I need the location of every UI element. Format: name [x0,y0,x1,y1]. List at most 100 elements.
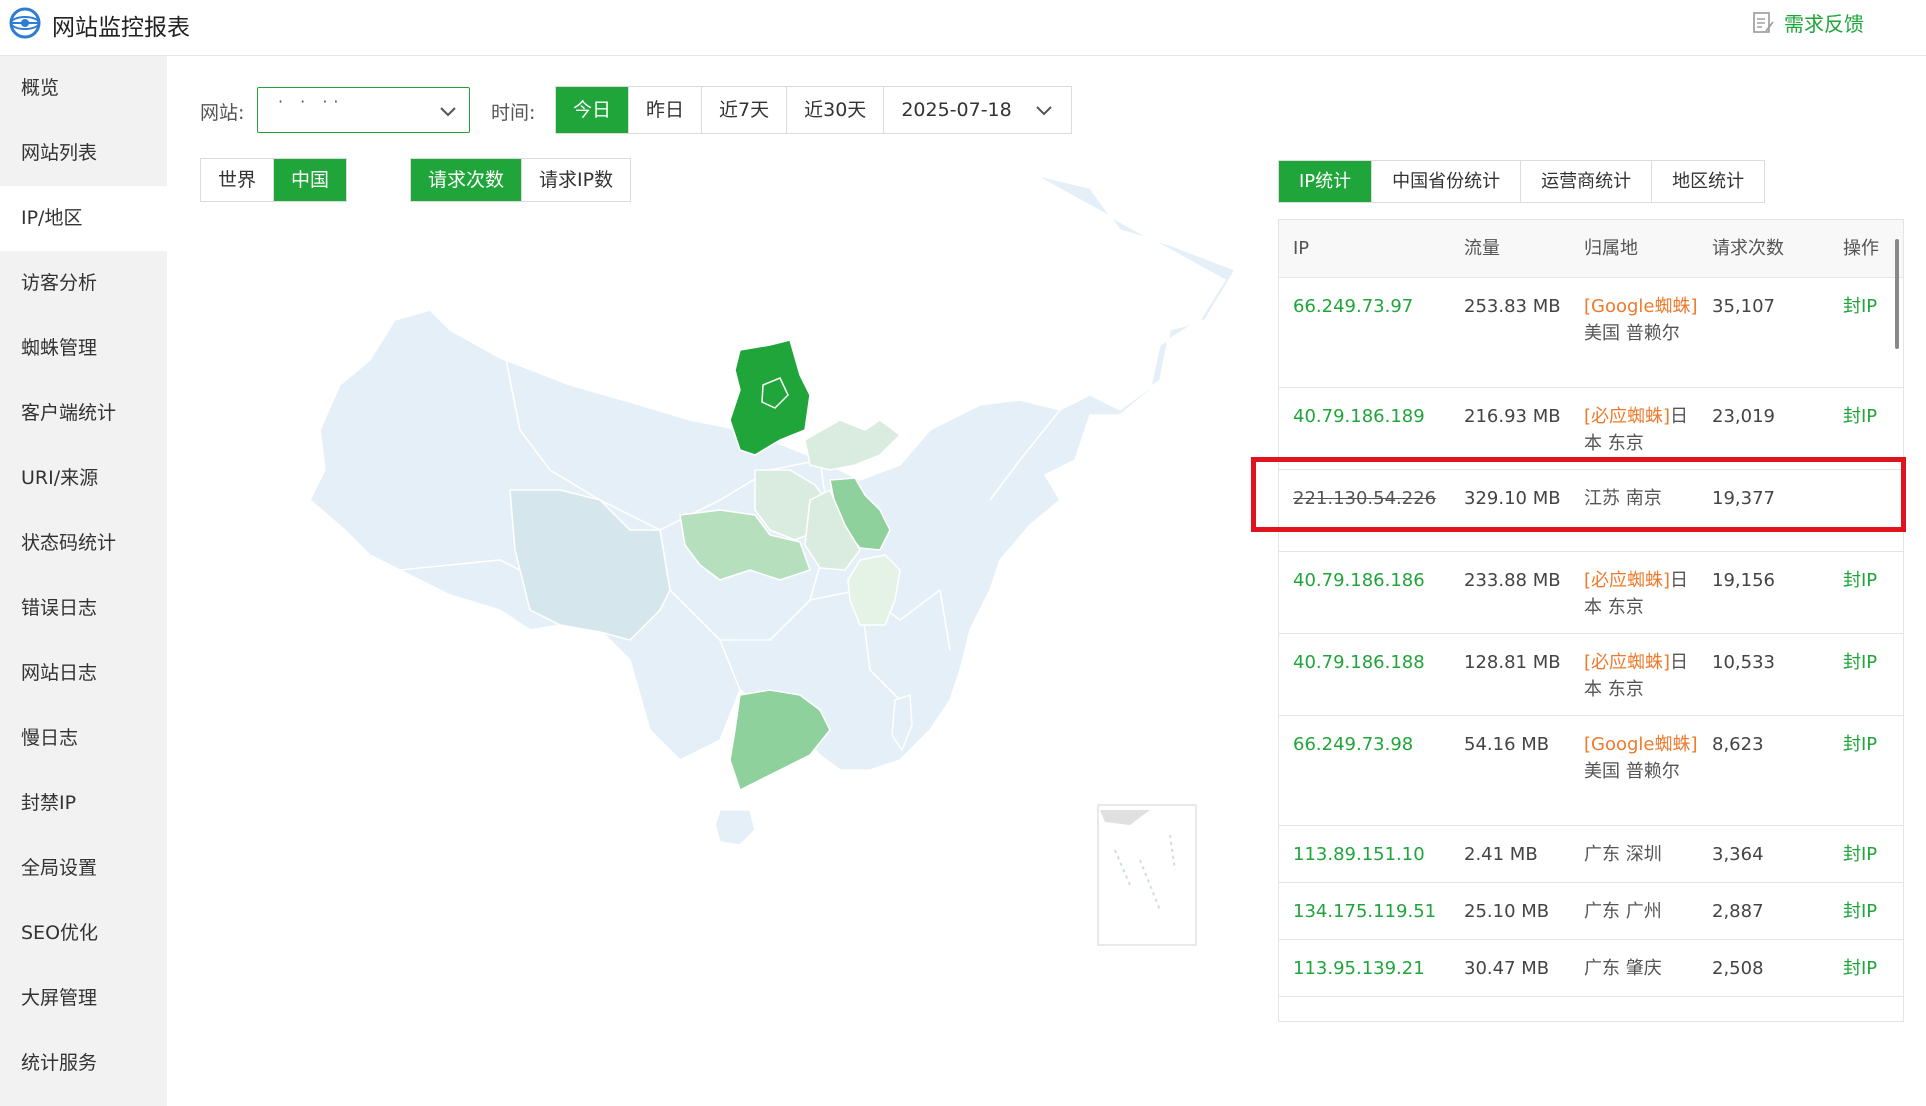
sidebar-item[interactable]: 大屏管理 [0,966,167,1031]
traffic-value: 233.88 MB [1464,570,1561,591]
site-select-value: · · ·· [278,92,345,111]
location-cell: 江苏 南京 [1578,470,1706,551]
spider-tag: [必应蜘蛛] [1584,652,1671,673]
block-ip-link[interactable]: 封IP [1837,883,1897,939]
traffic-value: 25.10 MB [1464,901,1550,922]
ip-address[interactable]: 221.130.54.226 [1279,470,1458,551]
map-south-sea-inset [1097,804,1197,946]
location-cell: 广东 肇庆 [1578,940,1706,996]
sidebar-item[interactable]: 客户端统计 [0,381,167,446]
feedback-label: 需求反馈 [1784,12,1864,36]
time-option-button[interactable]: 近30天 [787,87,885,133]
block-ip-link[interactable]: 封IP [1837,826,1897,882]
site-select[interactable]: · · ·· [257,87,470,133]
table-header: IP 流量 归属地 请求次数 操作 [1279,220,1903,278]
location-cell: [必应蜘蛛]日本 东京 [1578,552,1706,633]
sidebar-item[interactable]: 网站列表 [0,121,167,186]
traffic-value: 2.41 MB [1464,844,1538,865]
sidebar-item[interactable]: 网站日志 [0,641,167,706]
china-map[interactable] [300,170,1250,970]
map-province-shandong [804,419,902,471]
request-count: 19,156 [1712,570,1775,591]
table-row: 40.79.186.188 128.81 MB [必应蜘蛛]日本 东京 10,533 封… [1279,634,1903,716]
location-text: 广东 广州 [1584,901,1662,922]
table-row: 40.79.186.189 216.93 MB [必应蜘蛛]日本 东京 23,019 封… [1279,388,1903,470]
sidebar-item[interactable]: 慢日志 [0,706,167,771]
ip-address[interactable]: 66.249.73.98 [1279,716,1458,825]
location-cell: [必应蜘蛛]日本 东京 [1578,634,1706,715]
location-cell: 广东 深圳 [1578,826,1706,882]
time-option-button[interactable]: 今日 [556,87,630,133]
ip-address[interactable]: 134.175.119.51 [1279,883,1458,939]
location-cell: 广东 广州 [1578,883,1706,939]
sidebar-item[interactable]: SEO优化 [0,901,167,966]
spider-tag: [Google蜘蛛] [1584,734,1698,755]
sidebar-item[interactable]: 全局设置 [0,836,167,901]
traffic-value: 30.47 MB [1464,958,1550,979]
time-option-button[interactable]: 昨日 [629,87,703,133]
request-count: 23,019 [1712,406,1775,427]
edit-note-icon [1753,11,1774,33]
request-count: 8,623 [1712,734,1764,755]
ip-address[interactable]: 113.95.139.21 [1279,940,1458,996]
chevron-down-icon [1036,106,1052,116]
stats-tab[interactable]: 中国省份统计 [1372,161,1522,202]
table-row: 40.79.186.186 233.88 MB [必应蜘蛛]日本 东京 19,156 封… [1279,552,1903,634]
app-header: 网站监控报表 需求反馈 [0,0,1926,56]
stats-tab[interactable]: 地区统计 [1652,161,1765,202]
block-ip-link[interactable]: 封IP [1837,278,1897,387]
sidebar-item[interactable]: 状态码统计 [0,511,167,576]
block-ip-link[interactable]: 封IP [1837,940,1897,996]
request-count: 19,377 [1712,488,1775,509]
location-cell: [Google蜘蛛] 美国 普赖尔 [1578,278,1706,387]
date-picker[interactable]: 2025-07-18 [884,87,1071,133]
traffic-value: 216.93 MB [1464,406,1561,427]
traffic-value: 54.16 MB [1464,734,1550,755]
col-location: 归属地 [1584,238,1638,259]
request-count: 2,508 [1712,958,1764,979]
ip-stats-table: IP 流量 归属地 请求次数 操作 66.249.73.97 253.83 MB [… [1278,219,1904,1022]
stats-tab[interactable]: IP统计 [1279,161,1373,202]
table-row: 66.249.73.97 253.83 MB [Google蜘蛛] 美国 普赖尔 35,… [1279,278,1903,388]
ip-address[interactable]: 113.89.151.10 [1279,826,1458,882]
sidebar-item[interactable]: 封禁IP [0,771,167,836]
sidebar-item[interactable]: 概览 [0,56,167,121]
block-ip-link[interactable]: 封IP [1837,388,1897,469]
block-ip-link[interactable]: 封IP [1837,552,1897,633]
sidebar-item[interactable]: IP/地区 [0,186,167,251]
map-province-hebei [729,339,811,456]
spider-tag: [必应蜘蛛] [1584,406,1671,427]
app-title: 网站监控报表 [52,15,190,41]
table-row: 113.95.139.21 30.47 MB 广东 肇庆 2,508 封IP [1279,940,1903,997]
sidebar-item[interactable]: 错误日志 [0,576,167,641]
ip-address[interactable]: 66.249.73.97 [1279,278,1458,387]
block-ip-link[interactable] [1837,470,1897,551]
time-option-button[interactable]: 近7天 [702,87,788,133]
block-ip-link[interactable]: 封IP [1837,716,1897,825]
region-toggle-button[interactable]: 世界 [201,159,275,201]
table-scrollbar[interactable] [1895,239,1899,349]
logo-icon [9,7,41,39]
table-body: 66.249.73.97 253.83 MB [Google蜘蛛] 美国 普赖尔 35,… [1279,278,1903,997]
location-text: 广东 肇庆 [1584,958,1662,979]
time-range-group: 今日 昨日 近7天 近30天 2025-07-18 [555,86,1072,134]
time-label: 时间: [491,102,536,124]
col-ip: IP [1293,238,1310,259]
request-count: 3,364 [1712,844,1764,865]
sidebar-item[interactable]: 蜘蛛管理 [0,316,167,381]
block-ip-link[interactable]: 封IP [1837,634,1897,715]
request-count: 10,533 [1712,652,1775,673]
ip-address[interactable]: 40.79.186.189 [1279,388,1458,469]
ip-address[interactable]: 40.79.186.186 [1279,552,1458,633]
table-row: 134.175.119.51 25.10 MB 广东 广州 2,887 封IP [1279,883,1903,940]
sidebar-item[interactable]: 访客分析 [0,251,167,316]
ip-address[interactable]: 40.79.186.188 [1279,634,1458,715]
spider-tag: [必应蜘蛛] [1584,570,1671,591]
col-requests: 请求次数 [1712,238,1784,259]
sidebar-item[interactable]: 统计服务 [0,1031,167,1096]
feedback-button[interactable]: 需求反馈 [1752,8,1864,37]
stats-tab[interactable]: 运营商统计 [1521,161,1653,202]
col-flow: 流量 [1464,238,1500,259]
sidebar-item[interactable]: URI/来源 [0,446,167,511]
traffic-value: 329.10 MB [1464,488,1561,509]
